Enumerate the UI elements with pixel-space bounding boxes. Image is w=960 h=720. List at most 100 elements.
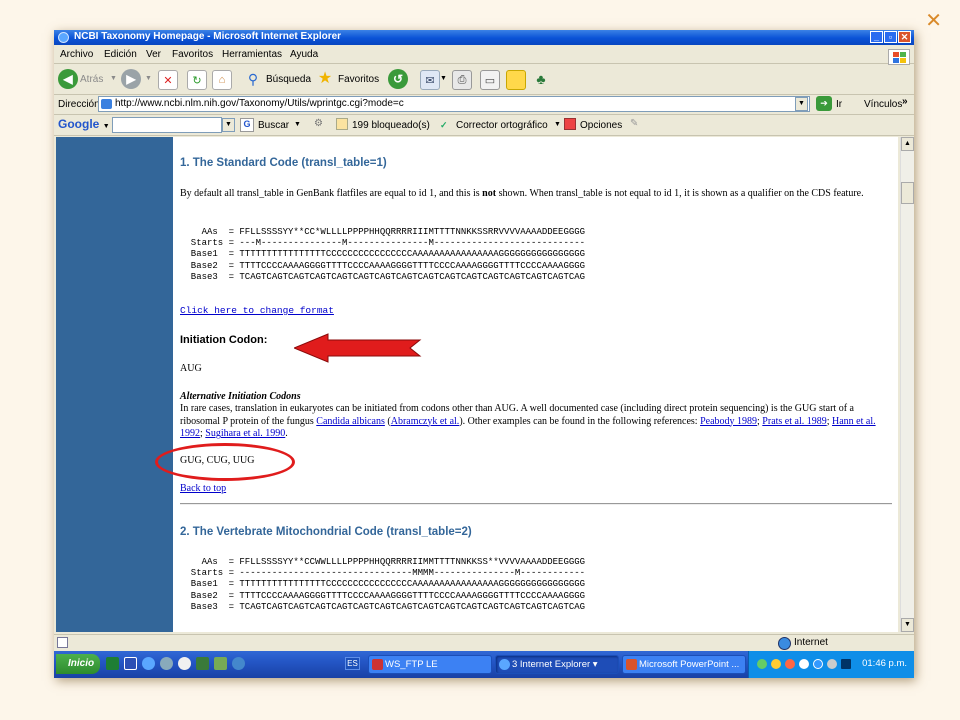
google-search-dropdown-icon[interactable]: ▼	[222, 118, 235, 132]
google-search-options-icon[interactable]: ▼	[294, 121, 301, 128]
forward-dropdown-icon[interactable]: ▼	[145, 75, 152, 82]
tray-info-icon[interactable]	[799, 659, 809, 669]
candida-albicans-link[interactable]: Candida albicans	[316, 416, 385, 427]
section1-title: 1. The Standard Code (transl_table=1)	[180, 157, 387, 169]
change-format-link-text[interactable]: Click here to change format	[180, 305, 334, 316]
word-icon[interactable]	[124, 657, 137, 670]
windows-taskbar: Inicio ES WS_FTP LE 3 Internet Explorer …	[54, 651, 914, 678]
options-button[interactable]: Opciones	[580, 120, 622, 131]
mail-dropdown-icon[interactable]: ▼	[440, 75, 447, 82]
address-input[interactable]: http://www.ncbi.nlm.nih.gov/Taxonomy/Uti…	[98, 96, 810, 112]
google-g-icon[interactable]: G	[240, 118, 254, 132]
spellcheck-icon[interactable]: ✓	[440, 120, 448, 131]
back-label[interactable]: Atrás	[80, 74, 103, 85]
window-title: NCBI Taxonomy Homepage - Microsoft Inter…	[74, 31, 342, 42]
standard-code-table: AAs = FFLLSSSSYY**CC*WLLLLPPPPHHQQRRRRII…	[190, 227, 586, 282]
change-format-link[interactable]: Click here to change format	[180, 305, 334, 316]
decoration-cross-icon: ✕	[925, 8, 942, 32]
alt-end: .	[285, 428, 288, 439]
back-to-top-link-text[interactable]: Back to top	[180, 483, 226, 494]
search-label[interactable]: Búsqueda	[266, 74, 311, 85]
print-icon[interactable]: ⎙	[452, 70, 472, 90]
internet-zone-icon	[778, 637, 791, 650]
ie-icon	[58, 32, 69, 43]
excel-icon[interactable]	[106, 657, 119, 670]
google-logo-text: Google	[58, 117, 100, 131]
music-icon[interactable]	[214, 657, 227, 670]
close-button[interactable]: ✕	[898, 31, 911, 43]
popup-blocked-count[interactable]: 199 bloqueado(s)	[352, 120, 430, 131]
google-search-input[interactable]	[112, 117, 222, 133]
messenger-quicklaunch-icon[interactable]	[196, 657, 209, 670]
search-icon[interactable]: ⚲	[244, 70, 262, 88]
tray-media-icon[interactable]	[841, 659, 851, 669]
language-indicator[interactable]: ES	[345, 657, 360, 670]
favorites-star-icon[interactable]: ★	[316, 69, 334, 87]
folder-icon[interactable]	[506, 70, 526, 90]
tray-volume-icon[interactable]	[827, 659, 837, 669]
menu-ayuda[interactable]: Ayuda	[290, 49, 318, 60]
back-dropdown-icon[interactable]: ▼	[110, 75, 117, 82]
address-label: Dirección	[58, 99, 100, 110]
alt-text-3: ). Other examples can be found in the fo…	[459, 415, 701, 427]
scroll-up-icon[interactable]: ▲	[901, 137, 914, 151]
maximize-button[interactable]: ▫	[884, 31, 897, 43]
address-url[interactable]: http://www.ncbi.nlm.nih.gov/Taxonomy/Uti…	[115, 97, 404, 111]
edit-icon[interactable]: ▭	[480, 70, 500, 90]
alt-initiation-title: Alternative Initiation Codons	[180, 391, 301, 402]
stop-icon[interactable]: ✕	[158, 70, 178, 90]
pencil-icon[interactable]: ✎	[630, 118, 638, 129]
menu-ver[interactable]: Ver	[146, 49, 161, 60]
media-icon[interactable]	[160, 657, 173, 670]
cd-icon[interactable]	[178, 657, 191, 670]
abramczyk-link[interactable]: Abramczyk et al.	[391, 416, 460, 427]
page-content: 1. The Standard Code (transl_table=1) By…	[180, 137, 892, 632]
menu-edicion[interactable]: Edición	[104, 49, 137, 60]
go-label[interactable]: Ir	[836, 99, 842, 110]
search-quicklaunch-icon[interactable]	[232, 657, 245, 670]
task-internet-explorer[interactable]: 3 Internet Explorer ▾	[495, 655, 619, 674]
messenger-icon[interactable]: ♣	[532, 70, 550, 88]
minimize-button[interactable]: _	[870, 31, 883, 43]
menu-archivo[interactable]: Archivo	[60, 49, 93, 60]
news-icon[interactable]: ⚙	[314, 118, 323, 129]
history-icon[interactable]: ↺	[388, 69, 408, 89]
google-search-button[interactable]: Buscar	[258, 120, 289, 131]
section2-title: 2. The Vertebrate Mitochondrial Code (tr…	[180, 526, 472, 538]
links-label[interactable]: Vínculos	[864, 99, 902, 110]
back-to-top-link[interactable]: Back to top	[180, 483, 226, 494]
tray-update-icon[interactable]	[813, 659, 823, 669]
task-powerpoint[interactable]: Microsoft PowerPoint ...	[622, 655, 746, 674]
tray-security-icon[interactable]	[771, 659, 781, 669]
google-logo[interactable]: Google ▼	[58, 117, 110, 131]
sugihara-link[interactable]: Sugihara et al. 1990	[205, 428, 285, 439]
prats-link[interactable]: Prats et al. 1989	[762, 416, 826, 427]
start-button[interactable]: Inicio	[56, 654, 100, 674]
google-toolbar: Google ▼ ▼ G Buscar ▼ ⚙ 199 bloqueado(s)…	[54, 115, 914, 136]
forward-arrow-icon[interactable]: ▶	[121, 69, 141, 89]
task-ws-ftp[interactable]: WS_FTP LE	[368, 655, 492, 674]
favorites-label[interactable]: Favoritos	[338, 74, 379, 85]
scroll-thumb[interactable]	[901, 182, 914, 204]
options-icon[interactable]	[564, 118, 576, 130]
address-dropdown-icon[interactable]: ▼	[795, 97, 808, 111]
section-divider	[180, 503, 892, 505]
menu-favoritos[interactable]: Favoritos	[172, 49, 213, 60]
refresh-icon[interactable]: ↻	[187, 70, 207, 90]
ie-quicklaunch-icon[interactable]	[142, 657, 155, 670]
scroll-down-icon[interactable]: ▼	[901, 618, 914, 632]
spellcheck-dropdown-icon[interactable]: ▼	[554, 121, 561, 128]
tray-antivirus-icon[interactable]	[785, 659, 795, 669]
back-arrow-icon[interactable]: ◀	[58, 69, 78, 89]
popup-blocker-icon[interactable]	[336, 118, 348, 130]
security-zone: Internet	[794, 637, 828, 648]
peabody-link[interactable]: Peabody 1989	[700, 416, 757, 427]
chevron-right-icon[interactable]: »	[902, 96, 908, 107]
tray-network-icon[interactable]	[757, 659, 767, 669]
mail-icon[interactable]: ✉	[420, 70, 440, 90]
spellcheck-button[interactable]: Corrector ortográfico	[456, 120, 548, 131]
go-arrow-icon[interactable]: ➔	[816, 96, 832, 111]
page-scrollbar[interactable]: ▲ ▼	[900, 137, 914, 632]
menu-herramientas[interactable]: Herramientas	[222, 49, 282, 60]
home-icon[interactable]: ⌂	[212, 70, 232, 90]
